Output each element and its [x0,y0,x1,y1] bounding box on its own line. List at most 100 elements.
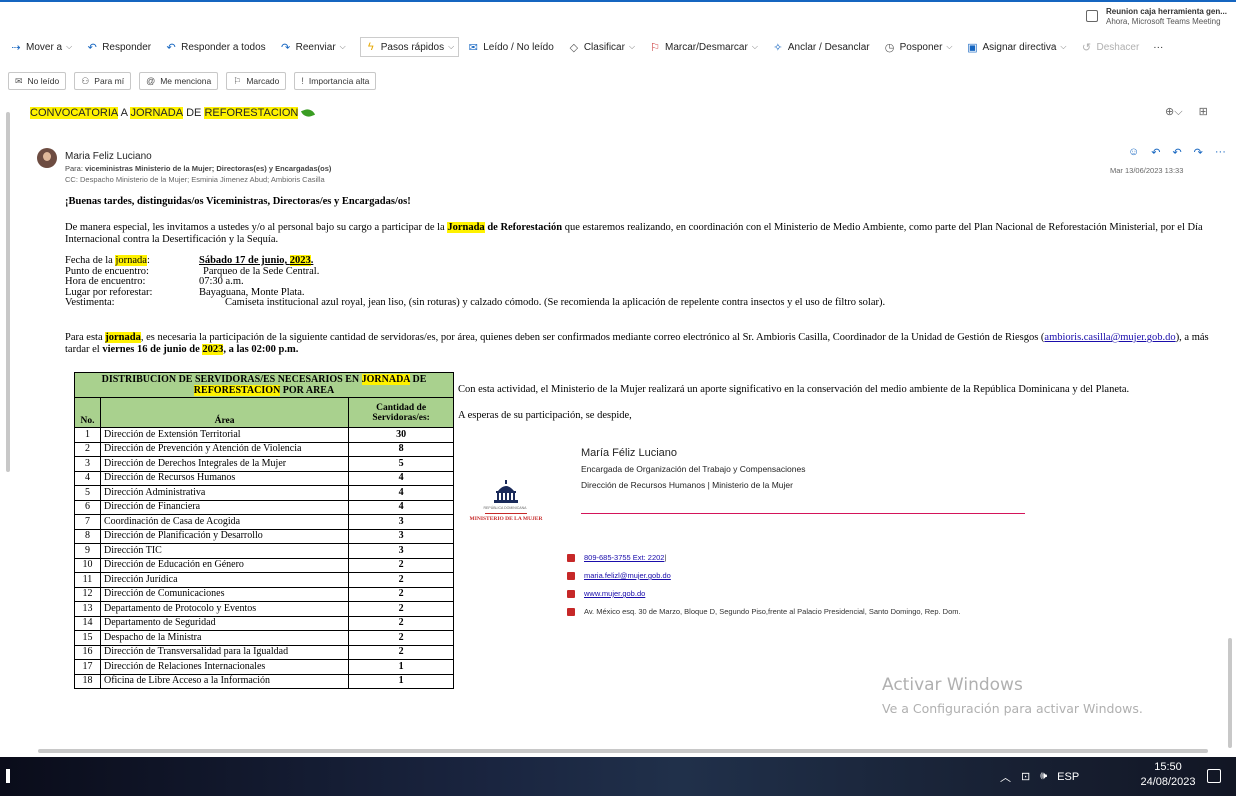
row-area: Dirección de Prevención y Atención de Vi… [99,441,350,457]
language-indicator[interactable]: ESP [1057,771,1079,783]
row-count: 2 [348,615,454,631]
row-area: Dirección de Comunicaciones [99,586,350,602]
exclamation-icon: ! [301,76,304,86]
row-area: Oficina de Libre Acceso a la Información [99,673,350,689]
network-icon[interactable]: ⊡ [1021,770,1030,783]
emoji-icon[interactable]: ☺ [1128,146,1139,159]
row-count: 2 [348,572,454,588]
table-row: 13 Departamento de Protocolo y Eventos 2 [74,601,454,617]
email-link[interactable]: ambioris.casilla@mujer.gob.do [1044,332,1175,343]
signature-website: www.mujer.gob.do [567,589,645,598]
table-row: 14 Departamento de Seguridad 2 [74,615,454,631]
row-count: 5 [348,456,454,472]
table-header-row: No. Área Cantidad de Servidoras/es: [74,397,454,428]
flag-icon: ⚐ [233,75,242,86]
paragraph-invitation: De manera especial, les invitamos a uste… [65,222,1203,245]
chevron-up-icon[interactable]: ︿ [1000,769,1011,785]
filter-bar: ✉ No leído ⚇ Para mí @ Me menciona ⚐ Marcado… [8,72,384,92]
email-body: ¡Buenas tardes, distinguidas/os Vicemini… [65,196,1215,355]
read-unread-button[interactable]: ✉ Leído / No leído [467,37,554,57]
pin-button[interactable]: ✧ Anclar / Desanclar [772,37,869,57]
flag-button[interactable]: ⚐ Marcar/Desmarcar ⌵ [649,37,758,57]
forward-button[interactable]: ↷ Reenviar ⌵ [280,37,346,57]
snooze-button[interactable]: ◷ Posponer ⌵ [884,37,953,57]
scroll-thumb[interactable] [6,112,10,472]
assign-policy-button[interactable]: ▣ Asignar directiva ⌵ [966,37,1066,57]
signature-phone: 809-685-3755 Ext: 2202 | [567,553,666,562]
left-scrollbar[interactable] [4,100,12,750]
filter-flagged[interactable]: ⚐ Marcado [226,72,287,90]
window-top-strip [0,0,1236,6]
distribution-table: DISTRIBUCION DE SERVIDORAS/ES NECESARIOS… [74,372,454,689]
palace-dome-icon [494,480,518,503]
notifications-icon[interactable] [1207,769,1221,783]
scroll-thumb[interactable] [1228,638,1232,748]
clock[interactable]: 15:50 24/08/2023 [1136,761,1200,788]
reply-button[interactable]: ↶ Responder [86,37,152,57]
volume-icon[interactable]: 🕪 [1040,770,1047,783]
table-row: 17 Dirección de Relaciones Internacionale… [74,659,454,675]
undo-icon: ↺ [1081,41,1092,54]
table-row: 6 Dirección de Financiera 4 [74,499,454,515]
categorize-button[interactable]: ◇ Clasificar ⌵ [568,37,635,57]
table-row: 3 Dirección de Derechos Integrales de la … [74,456,454,472]
forward-icon: ↷ [281,41,291,54]
filter-unread[interactable]: ✉ No leído [8,72,67,90]
teams-meeting-notification[interactable]: Reunion caja herramienta gen... Ahora, M… [1078,4,1228,32]
closing-line-1: Con esta actividad, el Ministerio de la … [458,384,1130,395]
paragraph-requirements: Para esta jornada, es necesaria la parti… [65,332,1209,355]
sender-name[interactable]: Maria Feliz Luciano [65,151,152,162]
zoom-icon[interactable]: ⊕⌵ [1165,105,1183,119]
row-count: 3 [348,514,454,530]
filter-to-me[interactable]: ⚇ Para mí [74,72,132,90]
row-count: 2 [348,601,454,617]
person-icon: ⚇ [81,75,90,86]
row-count: 4 [348,485,454,501]
row-count: 30 [348,427,454,443]
chevron-down-icon[interactable]: ⌵ [66,42,72,52]
row-number: 1 [74,427,101,443]
row-area: Dirección Jurídica [99,572,350,588]
scroll-thumb[interactable] [38,749,1208,753]
column-header-area: Área [99,397,350,428]
avatar[interactable] [37,148,57,168]
undo-button[interactable]: ↺ Deshacer [1080,37,1139,57]
move-to-button[interactable]: ⇢ Mover a ⌵ [10,37,72,57]
forward-icon[interactable]: ↷ [1194,146,1203,159]
more-options-button[interactable]: ··· [1153,37,1163,57]
right-scrollbar[interactable] [1226,140,1234,750]
row-count: 3 [348,528,454,544]
filter-high-importance[interactable]: ! Importancia alta [294,72,377,90]
chevron-down-icon[interactable]: ⌵ [448,42,454,52]
table-row: 1 Dirección de Extensión Territorial 30 [74,427,454,443]
reply-all-icon[interactable]: ↶ [1172,146,1181,159]
row-area: Dirección Administrativa [99,485,350,501]
row-count: 2 [348,644,454,660]
system-tray: ︿ ⊡ 🕪 ESP [1000,757,1089,796]
more-icon[interactable]: ··· [1215,146,1226,159]
open-new-window-icon[interactable]: ⊞ [1199,105,1208,119]
chevron-down-icon[interactable]: ⌵ [752,42,758,52]
chevron-down-icon[interactable]: ⌵ [629,42,635,52]
table-row: 4 Dirección de Recursos Humanos 4 [74,470,454,486]
lightning-icon: ϟ [367,41,374,53]
reply-icon[interactable]: ↶ [1151,146,1160,159]
quick-steps-button[interactable]: ϟ Pasos rápidos ⌵ [359,37,460,57]
more-icon: ··· [1153,41,1164,53]
start-edge[interactable] [6,769,10,783]
row-area: Dirección de Planificación y Desarrollo [99,528,350,544]
horizontal-scrollbar[interactable] [26,748,1216,754]
chevron-down-icon[interactable]: ⌵ [946,42,952,52]
row-area: Dirección de Relaciones Internacionales [99,659,350,675]
reply-all-button[interactable]: ↶ Responder a todos [165,37,266,57]
row-area: Dirección de Recursos Humanos [99,470,350,486]
row-area: Departamento de Seguridad [99,615,350,631]
table-row: 7 Coordinación de Casa de Acogida 3 [74,514,454,530]
row-number: 4 [74,470,101,486]
filter-mentions-me[interactable]: @ Me menciona [139,72,219,90]
row-count: 2 [348,586,454,602]
chevron-down-icon[interactable]: ⌵ [340,42,346,52]
recipients-cc[interactable]: CC: Despacho Ministerio de la Mujer; Esm… [65,175,325,184]
event-details: Fecha de la jornada: Sábado 17 de junio, … [65,255,886,308]
chevron-down-icon[interactable]: ⌵ [1060,42,1066,52]
